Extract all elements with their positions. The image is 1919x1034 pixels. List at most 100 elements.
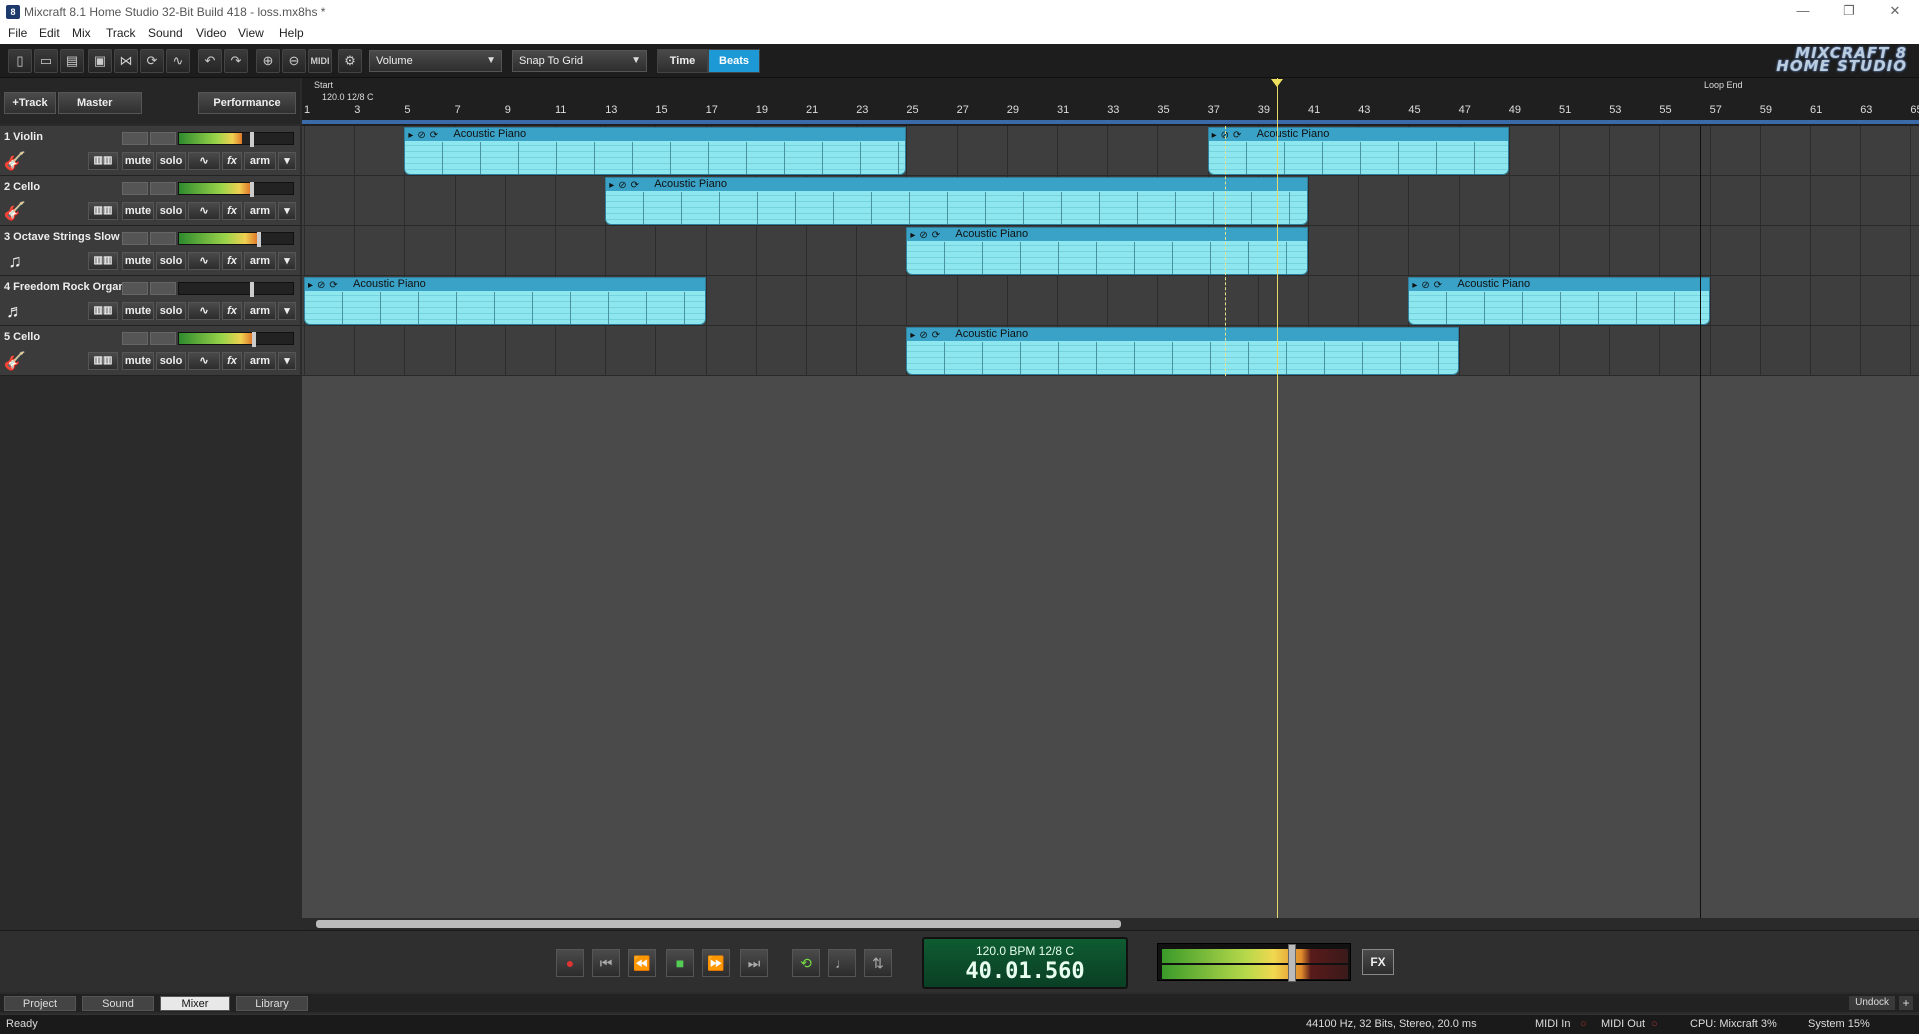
- playhead-flag-icon[interactable]: [1271, 79, 1283, 87]
- fx-button[interactable]: fx: [222, 252, 242, 270]
- clip-controls-icon[interactable]: ▸⊘⟳: [910, 229, 944, 242]
- track-volume-control[interactable]: [150, 282, 176, 295]
- chevron-down-icon[interactable]: ▾: [278, 202, 296, 220]
- guitar-icon[interactable]: 🎸: [3, 150, 27, 172]
- menu-help[interactable]: Help: [279, 26, 304, 40]
- tab-mixer[interactable]: Mixer: [160, 996, 230, 1011]
- track-header[interactable]: 5 Cello 🎸 ▥▥ mute solo ∿ fx arm ▾: [0, 326, 300, 376]
- mute-button[interactable]: mute: [122, 252, 154, 270]
- solo-button[interactable]: solo: [156, 202, 186, 220]
- loop-end-marker[interactable]: Loop End: [1704, 80, 1743, 90]
- solo-button[interactable]: solo: [156, 352, 186, 370]
- mute-button[interactable]: mute: [122, 152, 154, 170]
- chevron-down-icon[interactable]: ▾: [278, 152, 296, 170]
- track-pan-control[interactable]: [122, 182, 148, 195]
- clip-controls-icon[interactable]: ▸⊘⟳: [609, 179, 643, 192]
- menu-mix[interactable]: Mix: [72, 26, 91, 40]
- track-volume-knob[interactable]: [249, 182, 254, 197]
- midi-icon[interactable]: MIDI: [308, 49, 332, 73]
- playhead[interactable]: [1277, 78, 1278, 920]
- scrollbar-thumb[interactable]: [316, 920, 1121, 928]
- strings-icon[interactable]: ♫: [3, 250, 27, 272]
- track-level-meter[interactable]: [178, 282, 294, 297]
- skip-end-icon[interactable]: ⏭: [740, 949, 768, 977]
- beats-toggle[interactable]: Beats: [708, 49, 760, 73]
- minimize-button[interactable]: —: [1780, 0, 1826, 22]
- track-pan-control[interactable]: [122, 282, 148, 295]
- chevron-down-icon[interactable]: ▾: [278, 302, 296, 320]
- arm-button[interactable]: arm: [244, 152, 276, 170]
- clip-header[interactable]: ▸⊘⟳ Acoustic Piano: [1208, 128, 1508, 142]
- track-header[interactable]: 1 Violin 🎸 ▥▥ mute solo ∿ fx arm ▾: [0, 126, 300, 176]
- undo-icon[interactable]: ↶: [198, 49, 222, 73]
- chevron-down-icon[interactable]: ▾: [278, 352, 296, 370]
- tab-project[interactable]: Project: [4, 996, 76, 1011]
- automation-icon[interactable]: ∿: [188, 302, 220, 320]
- automation-icon[interactable]: ∿: [188, 152, 220, 170]
- piano-roll-icon[interactable]: ▥▥: [88, 202, 118, 220]
- midi-clip[interactable]: ▸⊘⟳ Acoustic Piano: [906, 227, 1308, 275]
- menu-view[interactable]: View: [238, 26, 264, 40]
- track-level-meter[interactable]: [178, 332, 294, 347]
- play-stop-icon[interactable]: ■: [666, 949, 694, 977]
- tab-library[interactable]: Library: [236, 996, 308, 1011]
- automation-icon[interactable]: ∿: [188, 252, 220, 270]
- track-volume-knob[interactable]: [249, 282, 254, 297]
- master-fx-button[interactable]: FX: [1362, 949, 1394, 975]
- zoom-in-icon[interactable]: ⊕: [256, 49, 280, 73]
- arm-button[interactable]: arm: [244, 252, 276, 270]
- clip-controls-icon[interactable]: ▸⊘⟳: [1212, 129, 1246, 142]
- tab-sound[interactable]: Sound: [82, 996, 154, 1011]
- mute-button[interactable]: mute: [122, 352, 154, 370]
- timeline-ruler[interactable]: Start 120.0 12/8 C Loop End 1 3 5 7 9 11 13 15 1…: [302, 78, 1919, 126]
- midi-clip[interactable]: ▸⊘⟳ Acoustic Piano: [404, 127, 907, 175]
- menu-edit[interactable]: Edit: [39, 26, 60, 40]
- open-recent-icon[interactable]: ▤: [60, 49, 84, 73]
- save-icon[interactable]: ▣: [88, 49, 112, 73]
- master-volume-meter[interactable]: [1157, 943, 1351, 982]
- fast-forward-icon[interactable]: ⏩: [702, 949, 730, 977]
- time-toggle[interactable]: Time: [657, 49, 708, 73]
- solo-button[interactable]: solo: [156, 152, 186, 170]
- clip-header[interactable]: ▸⊘⟳ Acoustic Piano: [907, 228, 1307, 241]
- clip-controls-icon[interactable]: ▸⊘⟳: [1412, 279, 1446, 292]
- tempo-arrows-icon[interactable]: ⇅: [864, 949, 892, 977]
- track-volume-control[interactable]: [150, 132, 176, 145]
- track-volume-control[interactable]: [150, 332, 176, 345]
- clip-header[interactable]: ▸⊘⟳ Acoustic Piano: [405, 128, 906, 141]
- track-name[interactable]: 4 Freedom Rock Organ: [4, 281, 125, 293]
- organ-icon[interactable]: ♬: [3, 300, 27, 322]
- track-level-meter[interactable]: [178, 232, 294, 247]
- skip-start-icon[interactable]: ⏮: [592, 949, 620, 977]
- track-name[interactable]: 1 Violin: [4, 131, 43, 143]
- open-folder-icon[interactable]: ▭: [34, 49, 58, 73]
- undock-button[interactable]: Undock: [1849, 996, 1895, 1010]
- fx-button[interactable]: fx: [222, 202, 242, 220]
- loop-icon[interactable]: ⟳: [140, 49, 164, 73]
- master-volume-slider[interactable]: [1288, 944, 1296, 982]
- chevron-down-icon[interactable]: ▾: [278, 252, 296, 270]
- solo-button[interactable]: solo: [156, 252, 186, 270]
- new-file-icon[interactable]: ▯: [8, 49, 32, 73]
- automation-icon[interactable]: ∿: [188, 202, 220, 220]
- clip-header[interactable]: ▸⊘⟳ Acoustic Piano: [907, 328, 1458, 342]
- menu-sound[interactable]: Sound: [148, 26, 183, 40]
- track-volume-control[interactable]: [150, 232, 176, 245]
- track-volume-knob[interactable]: [251, 332, 256, 347]
- expand-icon[interactable]: +: [1899, 996, 1913, 1010]
- track-pan-control[interactable]: [122, 132, 148, 145]
- piano-roll-icon[interactable]: ▥▥: [88, 252, 118, 270]
- track-volume-control[interactable]: [150, 182, 176, 195]
- track-pan-control[interactable]: [122, 332, 148, 345]
- close-button[interactable]: ✕: [1872, 0, 1918, 22]
- track-name[interactable]: 3 Octave Strings Slow: [4, 231, 120, 243]
- piano-roll-icon[interactable]: ▥▥: [88, 302, 118, 320]
- loop-region-bar[interactable]: [302, 120, 1919, 124]
- mute-button[interactable]: mute: [122, 202, 154, 220]
- arm-button[interactable]: arm: [244, 302, 276, 320]
- track-name[interactable]: 2 Cello: [4, 181, 40, 193]
- track-pan-control[interactable]: [122, 232, 148, 245]
- clip-controls-icon[interactable]: ▸⊘⟳: [910, 329, 944, 342]
- fx-button[interactable]: fx: [222, 352, 242, 370]
- midi-clip[interactable]: ▸⊘⟳ Acoustic Piano: [1408, 277, 1710, 325]
